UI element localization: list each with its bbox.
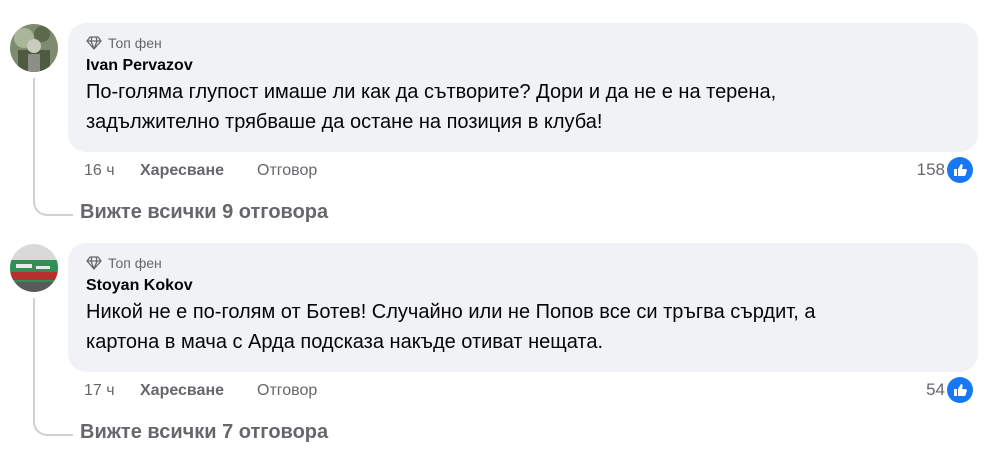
comment-bubble: Топ фен Ivan Pervazov По-голяма глупост … — [68, 23, 978, 152]
top-fan-badge: Топ фен — [86, 253, 960, 273]
view-replies-link[interactable]: Вижте всички 7 отговора — [80, 421, 328, 444]
comment-timestamp[interactable]: 16 ч — [84, 162, 140, 180]
badge-label: Топ фен — [108, 35, 162, 51]
comment-text-line: По-голяма глупост имаше ли как да сътвор… — [86, 81, 777, 103]
like-button[interactable]: Харесване — [140, 162, 257, 180]
reaction-count[interactable]: 158 — [917, 156, 973, 184]
comment-timestamp[interactable]: 17 ч — [84, 382, 140, 400]
badge-label: Топ фен — [108, 255, 162, 271]
diamond-icon — [86, 256, 102, 270]
comment-actions: 17 ч Харесване Отговор — [84, 379, 317, 403]
thread-line — [33, 78, 35, 198]
comment-text-line: задължително трябваше да остане на позиц… — [86, 111, 603, 133]
comment-text-line: картона в мача с Арда подсказа накъде от… — [86, 331, 604, 353]
avatar[interactable] — [10, 24, 58, 72]
reply-button[interactable]: Отговор — [257, 382, 317, 400]
reaction-count-value: 158 — [916, 160, 945, 179]
reply-button[interactable]: Отговор — [257, 162, 317, 180]
thread-curve — [33, 198, 73, 216]
thread-line — [33, 298, 35, 418]
like-button[interactable]: Харесване — [140, 382, 257, 400]
thread-curve — [33, 418, 73, 436]
top-fan-badge: Топ фен — [86, 33, 960, 53]
comment-bubble: Топ фен Stoyan Kokov Никой не е по-голям… — [68, 243, 978, 372]
comment-thread: Топ фен Ivan Pervazov По-голяма глупост … — [0, 0, 998, 223]
comment-author[interactable]: Ivan Pervazov — [86, 57, 960, 75]
reaction-count[interactable]: 54 — [926, 376, 973, 404]
like-reaction-icon — [947, 157, 973, 183]
like-reaction-icon — [947, 377, 973, 403]
comment-thread: Топ фен Stoyan Kokov Никой не е по-голям… — [0, 220, 998, 443]
diamond-icon — [86, 36, 102, 50]
comment-author[interactable]: Stoyan Kokov — [86, 277, 960, 295]
avatar[interactable] — [10, 244, 58, 292]
comment-text-line: Никой не е по-голям от Ботев! Случайно и… — [86, 301, 816, 323]
comment-actions: 16 ч Харесване Отговор — [84, 159, 317, 183]
reaction-count-value: 54 — [926, 380, 945, 399]
